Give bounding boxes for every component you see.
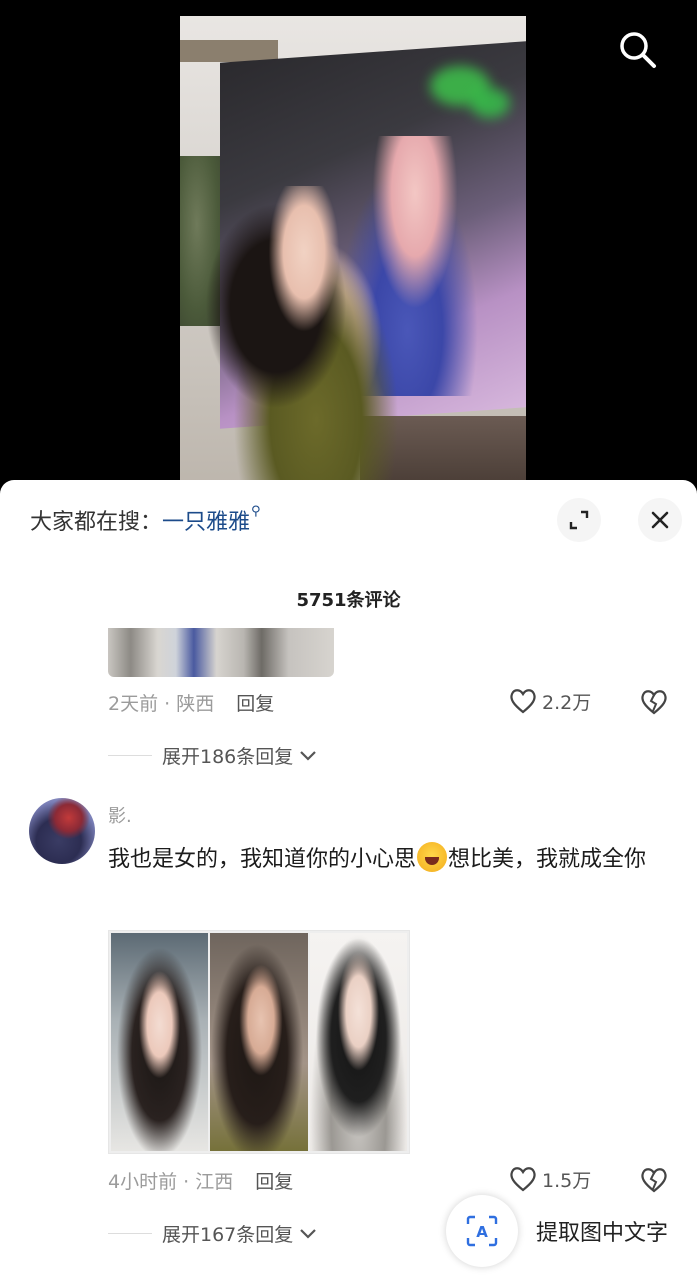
close-sheet-button[interactable]: [638, 498, 682, 542]
extract-text-label[interactable]: 提取图中文字: [536, 1215, 668, 1247]
extract-icon-letter: A: [476, 1223, 488, 1241]
collage-photo: [309, 933, 407, 1151]
comment-count-title: 5751条评论: [296, 590, 401, 611]
expand-replies-label: 展开186条回复: [162, 746, 294, 768]
broken-heart-icon: [641, 1168, 667, 1193]
trending-search-prefix: 大家都在搜：: [30, 510, 163, 535]
video-billboard-light: [470, 88, 510, 118]
heart-icon: [510, 1167, 536, 1192]
chevron-down-icon: [300, 750, 317, 761]
comments-sheet-header: 大家都在搜：一只雅雅⚲: [0, 480, 697, 560]
video-main-person: [200, 186, 400, 486]
comment-text-part: 我也是女的，我知道你的小心思: [108, 847, 417, 872]
divider-line: [108, 1233, 152, 1234]
reply-button[interactable]: 回复: [236, 693, 274, 715]
comment-text: 我也是女的，我知道你的小心思 想比美，我就成全你: [108, 838, 668, 882]
close-icon: [651, 511, 669, 529]
collage-photo: [210, 933, 308, 1151]
text-recognition-icon: A: [466, 1215, 498, 1247]
comments-sheet: 大家都在搜：一只雅雅⚲ 5751条评论 2天前 · 陕西 回复 2.2万 展开1…: [0, 480, 697, 1280]
video-frame[interactable]: [180, 16, 526, 486]
search-button[interactable]: [612, 26, 662, 72]
comment-image-partial[interactable]: [108, 628, 334, 677]
heart-icon: [510, 689, 536, 714]
dislike-button[interactable]: [639, 1165, 669, 1195]
like-count: 1.5万: [542, 1169, 592, 1192]
expand-replies-label: 展开167条回复: [162, 1224, 294, 1246]
extract-text-button[interactable]: A 提取图中文字: [446, 1195, 697, 1267]
expand-sheet-button[interactable]: [557, 498, 601, 542]
search-small-icon: ⚲: [251, 504, 261, 519]
like-count: 2.2万: [542, 691, 592, 714]
comment-meta: 4小时前 · 江西 回复: [108, 1167, 293, 1194]
trending-search-keyword[interactable]: 一只雅雅: [162, 510, 250, 535]
video-player[interactable]: [0, 0, 697, 500]
extract-text-icon-button[interactable]: A: [446, 1195, 518, 1267]
comment-image-collage[interactable]: [108, 930, 410, 1154]
broken-heart-icon: [641, 690, 667, 715]
search-icon: [620, 32, 656, 68]
like-button[interactable]: 1.5万: [508, 1165, 591, 1193]
comment-meta: 2天前 · 陕西 回复: [108, 689, 274, 716]
laughing-crying-emoji-icon: [417, 842, 448, 872]
expand-replies-button[interactable]: 展开186条回复: [108, 742, 319, 769]
expand-icon: [569, 510, 589, 530]
dislike-button[interactable]: [639, 687, 669, 717]
comment-time-location: 2天前 · 陕西: [108, 693, 215, 715]
collage-photo: [111, 933, 209, 1151]
expand-replies-button[interactable]: 展开167条回复: [108, 1220, 319, 1247]
comment-text-part: 想比美，我就成全你: [448, 847, 647, 872]
avatar[interactable]: [29, 798, 95, 864]
reply-button[interactable]: 回复: [255, 1171, 293, 1193]
trending-search-hint[interactable]: 大家都在搜：一只雅雅⚲: [30, 504, 261, 536]
comment-time-location: 4小时前 · 江西: [108, 1171, 234, 1193]
comment-username[interactable]: 影.: [108, 802, 132, 828]
like-button[interactable]: 2.2万: [508, 687, 591, 715]
divider-line: [108, 755, 152, 756]
chevron-down-icon: [300, 1228, 317, 1239]
